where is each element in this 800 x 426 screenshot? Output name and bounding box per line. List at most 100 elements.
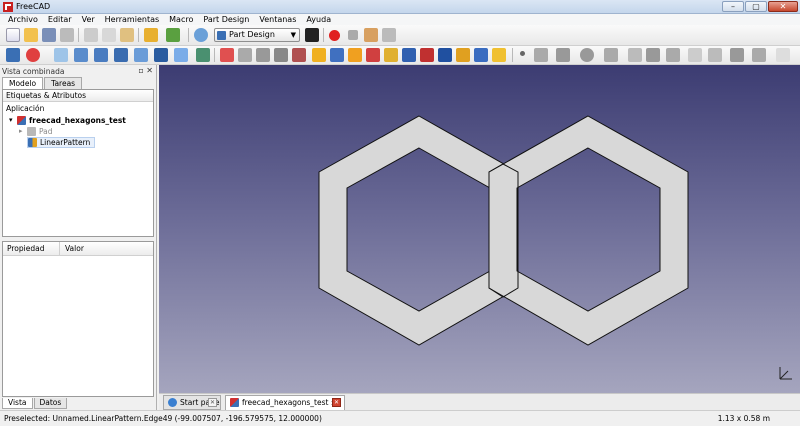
- map-sketch-icon[interactable]: [256, 48, 270, 62]
- tab-vista[interactable]: Vista: [2, 398, 33, 409]
- hexagon-model[interactable]: [159, 65, 800, 393]
- menu-editar[interactable]: Editar: [43, 14, 77, 25]
- tree-item-pad[interactable]: ▸ Pad: [19, 126, 53, 137]
- fit-all-icon[interactable]: [6, 48, 20, 62]
- save-as-icon[interactable]: [60, 28, 74, 42]
- view-rear-icon[interactable]: [134, 48, 148, 62]
- left-hexagon-ring[interactable]: [318, 115, 519, 346]
- tree-item-linear-pattern[interactable]: LinearPattern: [27, 137, 96, 148]
- view-left-icon[interactable]: [174, 48, 188, 62]
- conic-icon[interactable]: [604, 48, 618, 62]
- whats-this-icon[interactable]: [305, 28, 319, 42]
- collapse-arrow-icon[interactable]: ▸: [19, 126, 27, 137]
- menu-macro[interactable]: Macro: [164, 14, 198, 25]
- open-folder-icon[interactable]: [24, 28, 38, 42]
- trim-icon[interactable]: [730, 48, 744, 62]
- maximize-button[interactable]: ▢: [745, 1, 767, 12]
- redo-icon[interactable]: [166, 28, 180, 42]
- column-divider[interactable]: [59, 242, 60, 256]
- record-macro-icon[interactable]: [329, 30, 340, 41]
- validate-sketch-icon[interactable]: [238, 48, 252, 62]
- fillet-sketch-icon[interactable]: [708, 48, 722, 62]
- tab-tareas[interactable]: Tareas: [44, 77, 83, 89]
- tab-start-page[interactable]: Start page ✕: [163, 395, 221, 410]
- menu-archivo[interactable]: Archivo: [3, 14, 43, 25]
- view-isometric-icon[interactable]: [54, 48, 68, 62]
- polygon-icon[interactable]: [666, 48, 680, 62]
- view-right-icon[interactable]: [114, 48, 128, 62]
- axis-cross-icon: [779, 367, 792, 380]
- multitransform-icon[interactable]: [492, 48, 506, 62]
- menu-part-design[interactable]: Part Design: [198, 14, 254, 25]
- undo-icon[interactable]: [144, 28, 158, 42]
- tree-item-document[interactable]: ▾ freecad_hexagons_test: [9, 115, 126, 126]
- menu-herramientas[interactable]: Herramientas: [100, 14, 165, 25]
- new-document-icon[interactable]: [6, 28, 20, 42]
- linear-pattern-icon[interactable]: [456, 48, 470, 62]
- revolution-icon[interactable]: [348, 48, 362, 62]
- draft-icon[interactable]: [420, 48, 434, 62]
- minimize-button[interactable]: –: [722, 1, 744, 12]
- panel-float-close-buttons[interactable]: ▫ ✕: [138, 66, 153, 75]
- construction-mode-icon[interactable]: [776, 48, 790, 62]
- arc-icon[interactable]: [556, 48, 570, 62]
- leave-sketch-icon[interactable]: [274, 48, 288, 62]
- polar-pattern-icon[interactable]: [474, 48, 488, 62]
- mirrored-icon[interactable]: [438, 48, 452, 62]
- edit-macro-icon[interactable]: [364, 28, 378, 42]
- pad-icon[interactable]: [312, 48, 326, 62]
- chevron-down-icon: ▼: [290, 31, 296, 39]
- view-sketch-icon[interactable]: [292, 48, 306, 62]
- right-hexagon-ring[interactable]: [488, 115, 689, 346]
- expand-arrow-icon[interactable]: ▾: [9, 115, 17, 126]
- menu-bar: Archivo Editar Ver Herramientas Macro Pa…: [0, 14, 800, 25]
- document-icon: [17, 116, 26, 125]
- pad-feature-icon: [27, 127, 36, 136]
- view-front-icon[interactable]: [74, 48, 88, 62]
- groove-icon[interactable]: [366, 48, 380, 62]
- 3d-viewport[interactable]: [159, 65, 800, 393]
- create-sketch-icon[interactable]: [220, 48, 234, 62]
- measure-icon[interactable]: [196, 48, 210, 62]
- property-view: Propiedad Valor: [2, 241, 154, 397]
- close-tab-icon[interactable]: ✕: [332, 398, 341, 407]
- run-macro-icon[interactable]: [382, 28, 396, 42]
- workbench-label: Part Design: [229, 30, 275, 39]
- draw-style-icon[interactable]: [26, 48, 40, 62]
- property-header: Propiedad Valor: [3, 242, 153, 256]
- toolbar-separator: [138, 28, 139, 42]
- tab-modelo[interactable]: Modelo: [2, 77, 44, 89]
- toolbar-separator: [214, 48, 215, 62]
- chamfer-icon[interactable]: [402, 48, 416, 62]
- polyline-icon[interactable]: [628, 48, 642, 62]
- tab-document[interactable]: freecad_hexagons_test : 1* ✕: [225, 395, 345, 420]
- close-tab-icon[interactable]: ✕: [208, 398, 217, 407]
- rectangle-icon[interactable]: [646, 48, 660, 62]
- menu-ver[interactable]: Ver: [77, 14, 100, 25]
- tab-datos[interactable]: Datos: [33, 398, 68, 409]
- globe-icon: [168, 398, 177, 407]
- cut-icon[interactable]: [84, 28, 98, 42]
- copy-icon[interactable]: [102, 28, 116, 42]
- stop-macro-icon[interactable]: [348, 30, 358, 40]
- menu-ventanas[interactable]: Ventanas: [254, 14, 301, 25]
- view-bottom-icon[interactable]: [154, 48, 168, 62]
- circle-icon[interactable]: [580, 48, 594, 62]
- model-tree: Etiquetas & Atributos Aplicación ▾ freec…: [2, 89, 154, 237]
- point-icon[interactable]: [520, 51, 525, 56]
- workbench-selector[interactable]: Part Design ▼: [214, 28, 300, 42]
- refresh-icon[interactable]: [194, 28, 208, 42]
- fillet-icon[interactable]: [384, 48, 398, 62]
- external-geometry-icon[interactable]: [752, 48, 766, 62]
- line-icon[interactable]: [534, 48, 548, 62]
- pocket-icon[interactable]: [330, 48, 344, 62]
- slot-icon[interactable]: [688, 48, 702, 62]
- linear-pattern-feature-icon: [28, 138, 37, 147]
- close-window-button[interactable]: ✕: [768, 1, 798, 12]
- save-icon[interactable]: [42, 28, 56, 42]
- value-column-header[interactable]: Valor: [65, 242, 84, 256]
- property-column-header[interactable]: Propiedad: [7, 242, 44, 256]
- menu-ayuda[interactable]: Ayuda: [301, 14, 336, 25]
- paste-icon[interactable]: [120, 28, 134, 42]
- view-top-icon[interactable]: [94, 48, 108, 62]
